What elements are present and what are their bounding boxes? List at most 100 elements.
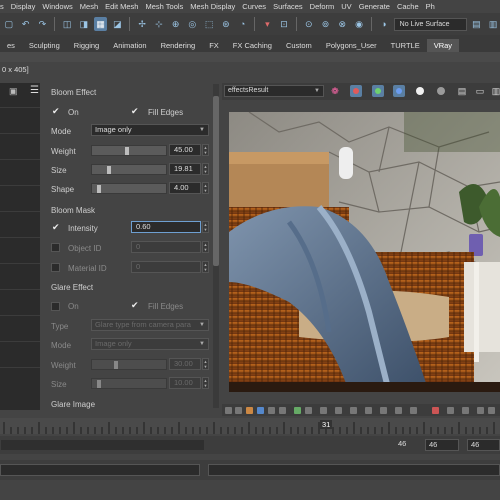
- spinner-icon[interactable]: ▲ ▼: [202, 144, 209, 156]
- channel-icon[interactable]: [257, 407, 264, 414]
- current-frame-marker[interactable]: 31: [320, 420, 333, 429]
- redo-icon[interactable]: ↷: [36, 17, 50, 31]
- error-icon[interactable]: [432, 407, 439, 414]
- compare-icon[interactable]: [365, 407, 372, 414]
- menu-item[interactable]: UV: [341, 2, 358, 11]
- slider-thumb[interactable]: [107, 166, 111, 174]
- menu-item[interactable]: Curves: [242, 2, 273, 11]
- menu-item[interactable]: Mesh Display: [190, 2, 242, 11]
- select-object-icon[interactable]: ◨: [77, 17, 91, 31]
- snap-surface-icon[interactable]: ⬚: [202, 17, 216, 31]
- shelf-tab[interactable]: TURTLE: [384, 39, 427, 52]
- slider-thumb[interactable]: [97, 185, 102, 193]
- save-icon[interactable]: ▤: [456, 85, 468, 97]
- ipr-render-icon[interactable]: ⊚: [319, 17, 333, 31]
- shelf-tab[interactable]: Rigging: [67, 39, 106, 52]
- bloom-shape-slider[interactable]: [91, 183, 167, 194]
- blue-channel-icon[interactable]: [393, 85, 405, 97]
- record-icon[interactable]: [335, 407, 342, 414]
- magnet-icon[interactable]: ◔: [236, 17, 250, 31]
- window-options-icon[interactable]: ▣: [9, 86, 18, 97]
- symmetry-icon[interactable]: ▤: [470, 17, 484, 31]
- animation-end-field[interactable]: 46: [467, 439, 500, 451]
- frame-icon[interactable]: [305, 407, 312, 414]
- glare-on-checkbox[interactable]: [51, 302, 60, 311]
- snapshot-icon[interactable]: [350, 407, 357, 414]
- menu-item[interactable]: s: [0, 2, 11, 11]
- bloom-weight-slider[interactable]: [91, 145, 167, 156]
- menu-item[interactable]: Generate: [359, 2, 397, 11]
- bloom-weight-field[interactable]: 45.00: [169, 144, 201, 156]
- hamburger-menu-icon[interactable]: ☰: [30, 85, 39, 96]
- time-slider[interactable]: 31: [0, 418, 500, 434]
- render-settings-icon[interactable]: ⊗: [335, 17, 349, 31]
- material-id-checkbox[interactable]: [51, 263, 60, 272]
- palette-icon[interactable]: ❁: [329, 85, 341, 97]
- playback-icon[interactable]: [320, 407, 327, 414]
- region-icon[interactable]: [380, 407, 387, 414]
- white-dot-icon[interactable]: [414, 85, 426, 97]
- menu-item[interactable]: Display: [11, 2, 43, 11]
- zoom-icon[interactable]: [477, 407, 484, 414]
- menu-item[interactable]: Cache: [397, 2, 426, 11]
- effects-layer-field[interactable]: effectsResult ▼: [224, 85, 324, 97]
- select-hierarchy-icon[interactable]: ◫: [60, 17, 74, 31]
- slider-thumb[interactable]: [124, 147, 129, 155]
- shelf-tab[interactable]: FX: [202, 39, 226, 52]
- playback-end-field[interactable]: 46: [425, 439, 459, 451]
- sidebar-toggle-icon[interactable]: ▥: [486, 17, 500, 31]
- glare-type-dropdown[interactable]: Glare type from camera para ▼: [91, 319, 209, 331]
- glare-size-field[interactable]: 10.00: [169, 377, 201, 389]
- glare-fill-edges-checkbox[interactable]: ✔: [131, 300, 139, 311]
- construction-history-icon[interactable]: ▾: [260, 17, 274, 31]
- range-slider[interactable]: [0, 439, 205, 451]
- print-icon[interactable]: ▥: [490, 85, 500, 97]
- glare-weight-slider[interactable]: [91, 359, 167, 370]
- folder-icon[interactable]: ▢: [2, 17, 16, 31]
- shelf-tab[interactable]: VRay: [426, 39, 460, 52]
- menu-item[interactable]: Mesh: [80, 2, 105, 11]
- shelf-tab[interactable]: FX Caching: [226, 39, 279, 52]
- bloom-mode-dropdown[interactable]: Image only ▼: [91, 124, 209, 136]
- shelf-tab[interactable]: Polygons_User: [319, 39, 384, 52]
- layout-icon[interactable]: [235, 407, 242, 414]
- menu-item[interactable]: Deform: [310, 2, 342, 11]
- render-current-frame-icon[interactable]: ⊙: [302, 17, 316, 31]
- grid-icon[interactable]: [225, 407, 232, 414]
- material-id-field[interactable]: 0: [131, 261, 201, 273]
- intensity-checkbox[interactable]: ✔: [52, 222, 60, 233]
- snap-point-icon[interactable]: ⊕: [169, 17, 183, 31]
- select-component-icon[interactable]: ▦: [93, 17, 108, 31]
- spinner-icon[interactable]: ▲ ▼: [202, 358, 209, 370]
- bloom-shape-field[interactable]: 4.00: [169, 182, 201, 194]
- spinner-icon[interactable]: ▲ ▼: [202, 241, 209, 253]
- camera-icon[interactable]: [294, 407, 301, 414]
- menu-item[interactable]: Ph: [426, 2, 442, 11]
- magnet-snap-icon[interactable]: ◑: [377, 17, 391, 31]
- image-icon[interactable]: [279, 407, 286, 414]
- shelf-tab[interactable]: Rendering: [154, 39, 203, 52]
- shelf-tab[interactable]: Sculpting: [22, 39, 67, 52]
- gray-dot-icon[interactable]: [435, 85, 447, 97]
- command-input[interactable]: [0, 464, 200, 476]
- red-channel-icon[interactable]: [350, 85, 362, 97]
- snap-view-icon[interactable]: ◎: [185, 17, 199, 31]
- undo-icon[interactable]: ↶: [19, 17, 33, 31]
- intensity-field[interactable]: 0.60: [131, 221, 201, 233]
- info-icon[interactable]: [462, 407, 469, 414]
- history-icon[interactable]: [410, 407, 417, 414]
- glare-size-slider[interactable]: [91, 378, 167, 389]
- slider-thumb[interactable]: [114, 361, 118, 369]
- bloom-fill-edges-checkbox[interactable]: ✔: [131, 106, 139, 117]
- spinner-icon[interactable]: ▲ ▼: [202, 163, 209, 175]
- menu-item[interactable]: Mesh Tools: [145, 2, 190, 11]
- spinner-icon[interactable]: ▲ ▼: [202, 377, 209, 389]
- menu-item[interactable]: Windows: [42, 2, 79, 11]
- glare-mode-dropdown[interactable]: Image only ▼: [91, 338, 209, 350]
- color-swatch-icon[interactable]: [246, 407, 253, 414]
- glare-weight-field[interactable]: 30.00: [169, 358, 201, 370]
- settings-icon[interactable]: [447, 407, 454, 414]
- image-icon[interactable]: [268, 407, 275, 414]
- lock-icon[interactable]: [395, 407, 402, 414]
- lasso-icon[interactable]: ◪: [110, 17, 124, 31]
